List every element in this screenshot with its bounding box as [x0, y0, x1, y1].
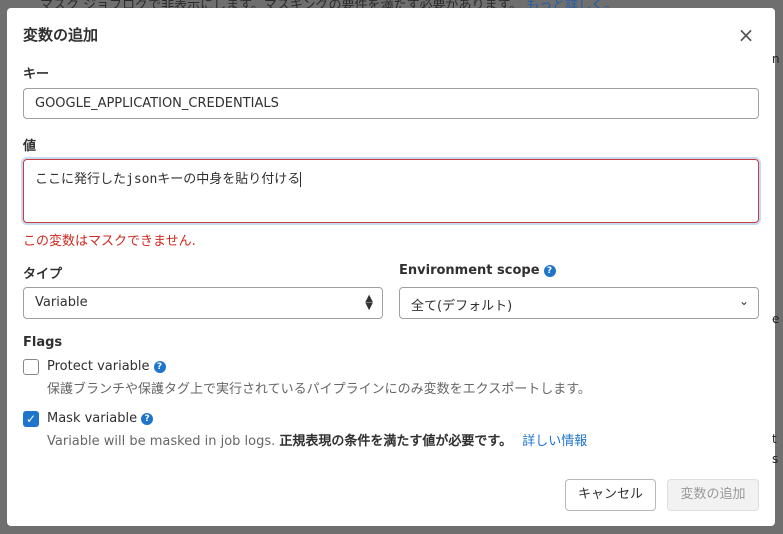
- chevron-down-icon: ⌄: [738, 294, 749, 308]
- value-label: 値: [23, 139, 37, 154]
- type-select[interactable]: Variable ▲ ▼: [23, 287, 383, 319]
- protect-variable-label[interactable]: Protect variable?: [47, 359, 166, 374]
- cancel-button[interactable]: キャンセル: [565, 479, 656, 511]
- value-textarea[interactable]: ここに発行したjsonキーの中身を貼り付ける: [23, 159, 759, 223]
- help-icon[interactable]: ?: [153, 361, 166, 373]
- more-info-link[interactable]: 詳しい情報: [522, 434, 587, 449]
- protect-variable-checkbox[interactable]: [23, 359, 39, 375]
- background-text-fragment: n: [772, 52, 780, 66]
- add-variable-button[interactable]: 変数の追加: [667, 479, 759, 511]
- environment-scope-value: 全て(デフォルト): [411, 299, 513, 314]
- mask-variable-description: Variable will be masked in job logs. 正規表…: [47, 434, 588, 449]
- dialog-title: 変数の追加: [23, 26, 99, 44]
- add-variable-dialog: 変数の追加 × キー GOOGLE_APPLICATION_CREDENTIAL…: [7, 8, 775, 526]
- key-label: キー: [23, 67, 50, 82]
- mask-variable-label[interactable]: Mask variable?: [47, 411, 154, 426]
- flags-label: Flags: [23, 335, 63, 350]
- environment-scope-label: Environment scope?: [399, 263, 556, 278]
- mask-requirement-text: 正規表現の条件を満たす値が必要です。: [279, 434, 513, 449]
- type-label: タイプ: [23, 267, 63, 282]
- background-text-fragment: t: [772, 432, 777, 446]
- checkmark-icon: ✓: [25, 412, 37, 426]
- close-icon[interactable]: ×: [735, 25, 757, 47]
- background-text-fragment: e: [772, 312, 780, 326]
- key-input[interactable]: GOOGLE_APPLICATION_CREDENTIALS: [23, 88, 759, 119]
- mask-error-message: この変数はマスクできません.: [23, 234, 196, 249]
- help-icon[interactable]: ?: [141, 413, 154, 425]
- protect-variable-description: 保護ブランチや保護タグ上で実行されているパイプラインにのみ変数をエクスポートしま…: [47, 382, 591, 397]
- background-text-fragment: s: [772, 452, 779, 466]
- type-select-value: Variable: [35, 295, 88, 310]
- mask-variable-checkbox[interactable]: ✓: [23, 411, 39, 427]
- environment-scope-dropdown[interactable]: 全て(デフォルト) ⌄: [399, 287, 759, 319]
- help-icon[interactable]: ?: [543, 265, 556, 277]
- sort-arrows-icon: ▲ ▼: [365, 293, 373, 312]
